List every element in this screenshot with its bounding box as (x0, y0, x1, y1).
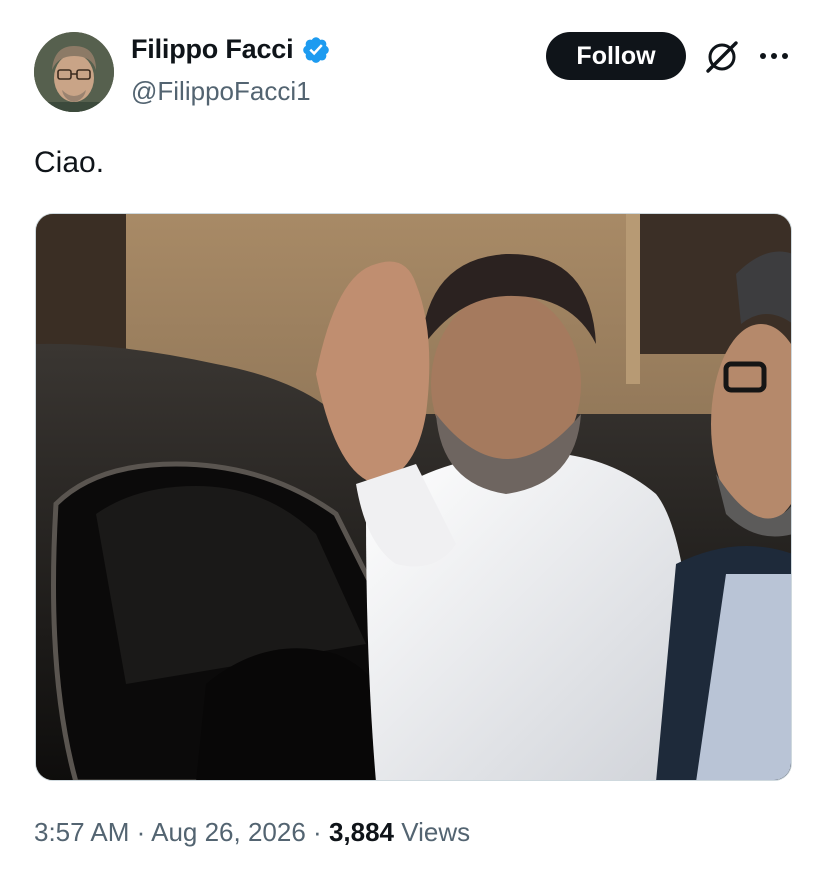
tweet-photo[interactable] (35, 213, 792, 781)
author-display-name[interactable]: Filippo Facci (131, 34, 294, 65)
grok-icon[interactable] (703, 38, 741, 76)
tweet-meta: 3:57 AM · Aug 26, 2026 · 3,884 Views (34, 817, 470, 848)
meta-separator: · (136, 817, 146, 847)
tweet-date[interactable]: Aug 26, 2026 (151, 817, 306, 847)
tweet-card: Filippo Facci @FilippoFacci1 Follow Ciao… (0, 0, 828, 879)
views-count[interactable]: 3,884 (329, 817, 394, 847)
tweet-text: Ciao. (34, 146, 105, 179)
views-label: Views (401, 817, 471, 847)
more-options-icon[interactable] (756, 43, 792, 69)
follow-button[interactable]: Follow (546, 32, 686, 80)
author-handle[interactable]: @FilippoFacci1 (131, 76, 311, 107)
author-avatar[interactable] (34, 32, 114, 112)
meta-separator: · (313, 817, 322, 847)
tweet-time[interactable]: 3:57 AM (34, 817, 129, 847)
author-name-row[interactable]: Filippo Facci (131, 34, 331, 65)
verified-badge-icon (301, 35, 331, 65)
